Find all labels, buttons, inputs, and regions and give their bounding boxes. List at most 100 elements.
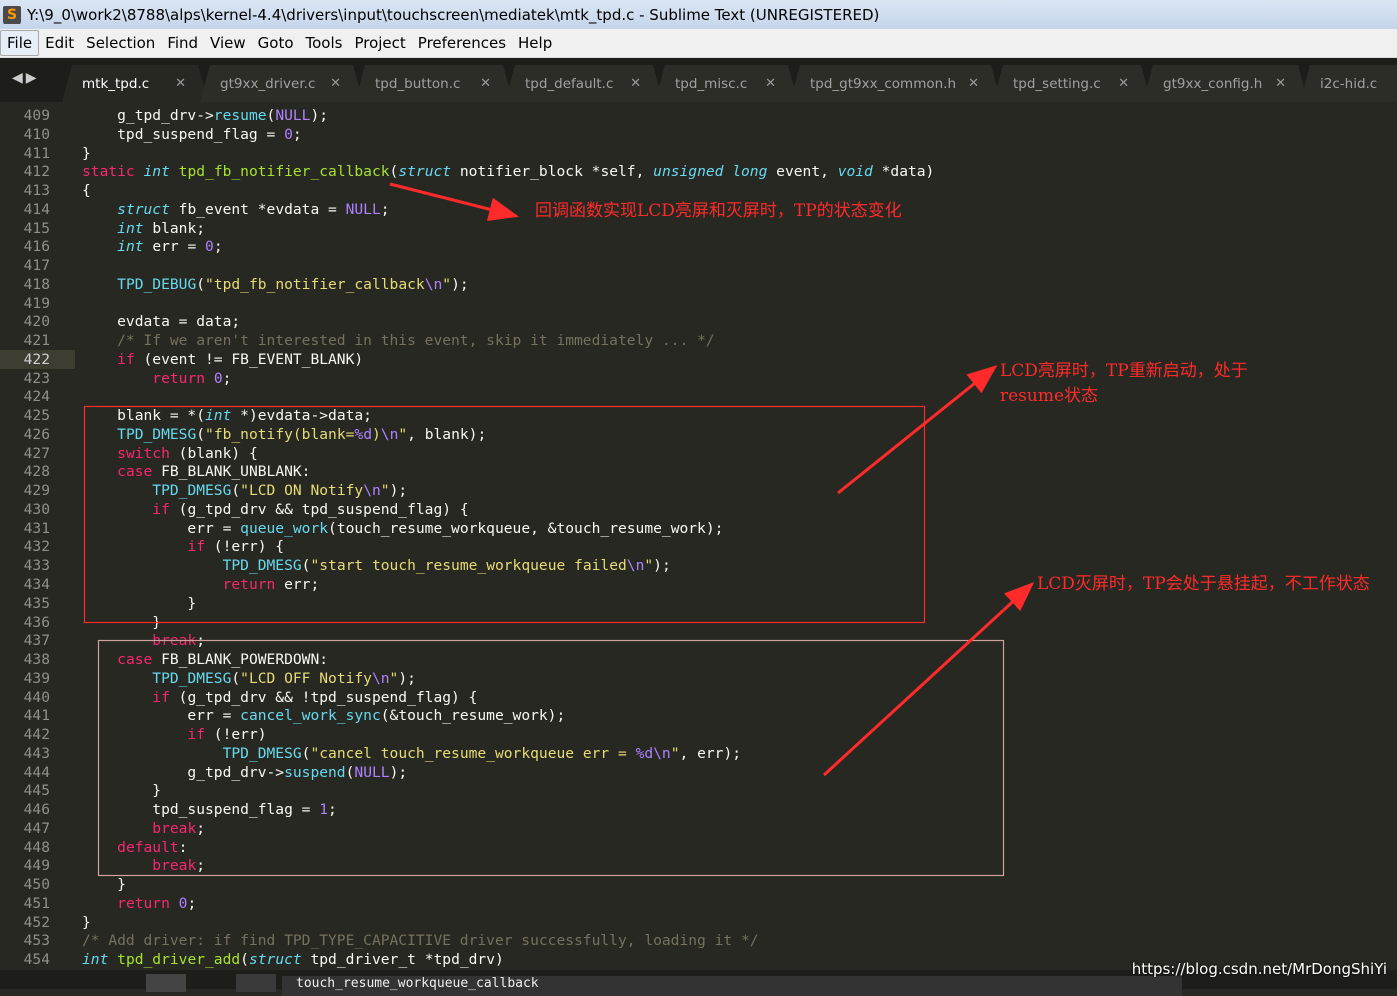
code-token: \n <box>380 425 399 443</box>
code-text: int err = 0; <box>82 237 222 256</box>
code-token: ); <box>310 107 329 124</box>
code-line[interactable]: 446 tpd_suspend_flag = 1; <box>0 800 1397 819</box>
code-token: \n <box>363 482 381 500</box>
menu-view[interactable]: View <box>204 31 252 55</box>
code-line[interactable]: 411} <box>0 144 1397 163</box>
tab-tpd-setting-c[interactable]: tpd_setting.c ✕ <box>993 65 1151 102</box>
code-token: int <box>143 163 179 181</box>
code-token: } <box>82 613 162 631</box>
menu-file[interactable]: File <box>0 30 40 56</box>
code-line[interactable]: 426 TPD_DMESG("fb_notify(blank=%d)\n", b… <box>0 425 1397 444</box>
code-line[interactable]: 452} <box>0 913 1397 932</box>
code-line[interactable]: 425 blank = *(int *)evdata->data; <box>0 406 1397 425</box>
code-line[interactable]: 453 /* Add driver: if find TPD_TYPE_CAPAC… <box>0 931 1397 950</box>
code-token: struct <box>398 163 460 181</box>
code-text: default: <box>82 838 187 857</box>
code-line[interactable]: 417 <box>0 256 1397 275</box>
menu-preferences[interactable]: Preferences <box>412 31 512 55</box>
line-number: 432 <box>23 538 50 556</box>
code-line[interactable]: 438 case FB_BLANK_POWERDOWN: <box>0 650 1397 669</box>
close-tab-icon[interactable]: ✕ <box>968 76 979 91</box>
close-tab-icon[interactable]: ✕ <box>1275 76 1286 91</box>
tab-gt9xx-config-h[interactable]: gt9xx_config.h ✕ <box>1143 65 1308 102</box>
code-line[interactable]: 445 } <box>0 781 1397 800</box>
code-line[interactable]: 448 default: <box>0 838 1397 857</box>
code-line[interactable]: 430 if (g_tpd_drv && tpd_suspend_flag) { <box>0 500 1397 519</box>
code-token: if <box>152 500 179 518</box>
line-number: 452 <box>23 913 50 931</box>
code-line[interactable]: 437 break; <box>0 631 1397 650</box>
code-line[interactable]: 413 { <box>0 181 1397 200</box>
code-token: blank = *( <box>82 407 206 425</box>
code-token: %d <box>354 425 372 443</box>
tab-gt9xx-driver-c[interactable]: gt9xx_driver.c ✕ <box>200 65 363 102</box>
menu-find[interactable]: Find <box>161 31 204 55</box>
code-line[interactable]: 441 err = cancel_work_sync(&touch_resume… <box>0 706 1397 725</box>
code-token: \n <box>371 669 390 687</box>
line-number: 435 <box>23 594 50 612</box>
code-line[interactable]: 447 break; <box>0 819 1397 838</box>
code-line[interactable]: 419 <box>0 294 1397 313</box>
find-input[interactable]: touch_resume_workqueue_callback <box>282 976 1182 996</box>
code-line[interactable]: 450 } <box>0 875 1397 894</box>
code-line[interactable]: 412 static int tpd_fb_notifier_callback(s… <box>0 162 1397 181</box>
code-line[interactable]: 444 g_tpd_drv->suspend(NULL); <box>0 763 1397 782</box>
code-line[interactable]: 428 case FB_BLANK_UNBLANK: <box>0 462 1397 481</box>
close-tab-icon[interactable]: ✕ <box>765 76 776 91</box>
menu-tools[interactable]: Tools <box>300 31 349 55</box>
code-line[interactable]: 443 TPD_DMESG("cancel touch_resume_workq… <box>0 744 1397 763</box>
line-number: 413 <box>23 182 50 200</box>
code-line[interactable]: 439 TPD_DMESG("LCD OFF Notify\n"); <box>0 669 1397 688</box>
regex-toggle[interactable] <box>146 974 186 992</box>
close-tab-icon[interactable]: ✕ <box>175 76 186 91</box>
code-line[interactable]: 416 int err = 0; <box>0 237 1397 256</box>
tab-tpd-default-c[interactable]: tpd_default.c ✕ <box>505 65 663 102</box>
code-line[interactable]: 429 TPD_DMESG("LCD ON Notify\n"); <box>0 481 1397 500</box>
menu-selection[interactable]: Selection <box>80 31 161 55</box>
menu-help[interactable]: Help <box>512 31 558 55</box>
code-token: ( <box>231 669 241 687</box>
code-line[interactable]: 451 return 0; <box>0 894 1397 913</box>
code-line[interactable]: 420 evdata = data; <box>0 312 1397 331</box>
tab-i2c-hid-c[interactable]: i2c-hid.c✕ <box>1300 65 1397 102</box>
code-text: return 0; <box>82 369 231 388</box>
close-tab-icon[interactable]: ✕ <box>330 76 341 91</box>
code-line[interactable]: 418 TPD_DEBUG("tpd_fb_notifier_callback\… <box>0 275 1397 294</box>
code-line[interactable]: 431 err = queue_work(touch_resume_workqu… <box>0 519 1397 538</box>
code-line[interactable]: 442 if (!err) <box>0 725 1397 744</box>
close-tab-icon[interactable]: ✕ <box>630 76 641 91</box>
close-tab-icon[interactable]: ✕ <box>480 76 491 91</box>
tab-tpd-gt9xx-common-h[interactable]: tpd_gt9xx_common.h ✕ <box>790 65 1001 102</box>
line-number: 447 <box>23 819 50 837</box>
tab-tpd-misc-c[interactable]: tpd_misc.c ✕ <box>655 65 798 102</box>
code-line[interactable]: 421 /* If we aren't interested in this e… <box>0 331 1397 350</box>
code-token: " <box>398 425 408 443</box>
tab-nav-arrows-icon[interactable]: ◀▶ <box>12 70 40 86</box>
menu-project[interactable]: Project <box>348 31 411 55</box>
line-number: 431 <box>23 519 50 537</box>
code-editor[interactable]: 409 g_tpd_drv->resume(NULL); 410 tpd_susp… <box>0 102 1397 970</box>
code-line[interactable]: 410 tpd_suspend_flag = 0; <box>0 125 1397 144</box>
tab-tpd-button-c[interactable]: tpd_button.c ✕ <box>355 65 513 102</box>
menu-edit[interactable]: Edit <box>39 31 80 55</box>
close-tab-icon[interactable]: ✕ <box>1118 76 1129 91</box>
menu-goto[interactable]: Goto <box>252 31 300 55</box>
code-token: case <box>117 651 162 669</box>
code-line[interactable]: 432 if (!err) { <box>0 537 1397 556</box>
tab-label: gt9xx_driver.c <box>220 75 316 92</box>
tab-mtk-tpd-c[interactable]: mtk_tpd.c ✕ <box>62 65 208 102</box>
code-token: queue_work <box>240 519 329 537</box>
code-line[interactable]: 440 if (g_tpd_drv && !tpd_suspend_flag) … <box>0 688 1397 707</box>
line-number: 449 <box>23 857 50 875</box>
code-token: default <box>117 838 179 856</box>
highlight-toggle[interactable] <box>236 974 276 992</box>
watermark: https://blog.csdn.net/MrDongShiYi <box>1131 960 1387 978</box>
code-line[interactable]: 449 break; <box>0 856 1397 875</box>
code-line[interactable]: 409 g_tpd_drv->resume(NULL); <box>0 106 1397 125</box>
code-line[interactable]: 436 } <box>0 613 1397 632</box>
code-line[interactable]: 427 switch (blank) { <box>0 444 1397 463</box>
